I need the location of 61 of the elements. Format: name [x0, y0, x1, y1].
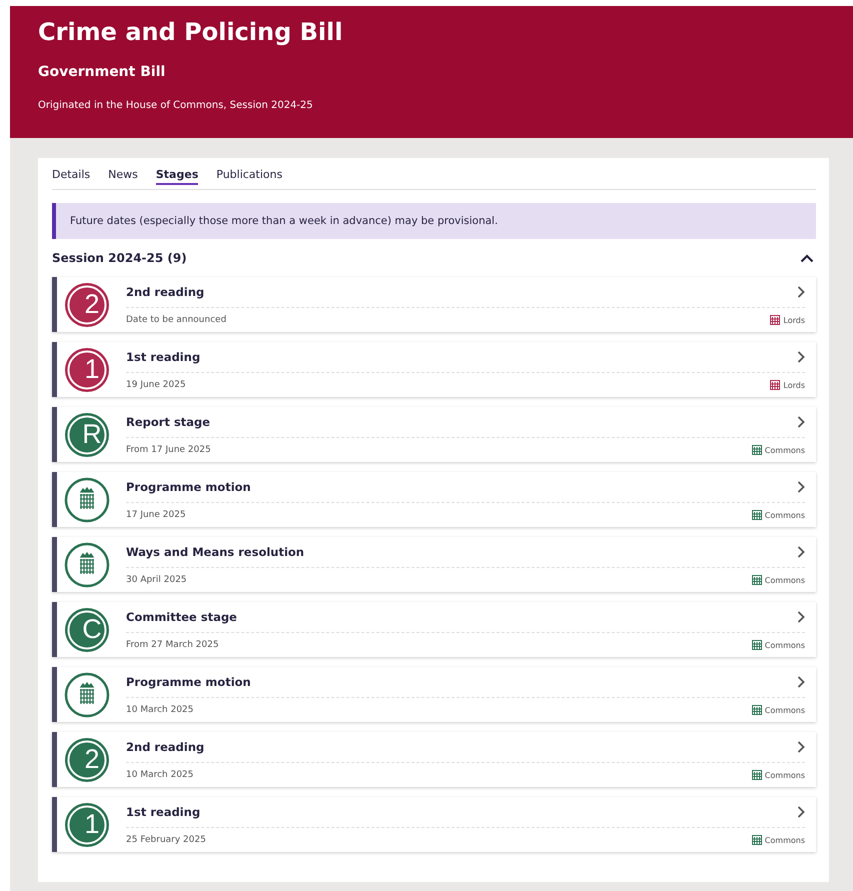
tab[interactable]: Publications — [216, 168, 282, 185]
session-heading: Session 2024-25 (9) — [52, 251, 187, 265]
bill-type: Government Bill — [38, 64, 166, 80]
notice-message: Future dates (especially those more than a week in advance) may be provisional. — [52, 203, 816, 239]
chevron-right-icon — [797, 416, 805, 428]
stage-badge-letter: R — [81, 418, 103, 451]
house-label: Commons — [764, 640, 805, 650]
stage-card[interactable]: 1 1st reading 19 June 2025 Lords — [52, 342, 816, 397]
stage-card[interactable]: R Report stage From 17 June 2025 Commons — [52, 407, 816, 462]
stage-date: 17 June 2025 — [126, 510, 187, 520]
stage-badge-letter: C — [81, 613, 103, 646]
chevron-right-icon — [797, 546, 805, 558]
chevron-right-icon — [797, 351, 805, 363]
house-label: Commons — [764, 446, 805, 454]
stage-card[interactable]: C Committee stage From 27 March 2025 Commons — [52, 602, 816, 657]
stage-badge-letter: 2 — [83, 288, 101, 321]
stage-title: Programme motion — [126, 675, 251, 689]
house-label: Lords — [783, 316, 805, 324]
stage-date: From 17 June 2025 — [126, 445, 212, 455]
stage-card[interactable]: 2 2nd reading Date to be announced Lords — [52, 277, 816, 332]
stage-badge-letter: 2 — [83, 743, 101, 776]
stage-title: 2nd reading — [126, 740, 204, 754]
stage-card[interactable]: Programme motion 10 March 2025 Commons — [52, 667, 816, 722]
house-label: Commons — [764, 770, 805, 780]
collapse-chevron-icon[interactable] — [800, 254, 814, 262]
bill-title: Crime and Policing Bill — [38, 18, 344, 46]
house-label: Commons — [764, 576, 805, 584]
stage-date: 30 April 2025 — [126, 575, 188, 585]
stage-title: Committee stage — [126, 610, 237, 624]
stage-date: Date to be announced — [126, 315, 228, 325]
tab[interactable]: Details — [52, 168, 90, 185]
stage-title: Report stage — [126, 415, 210, 429]
chevron-right-icon — [797, 741, 805, 753]
stage-date: 25 February 2025 — [126, 835, 207, 845]
stage-date: 10 March 2025 — [126, 705, 195, 715]
stage-badge-letter: 1 — [83, 808, 101, 841]
stage-badge-letter: 1 — [83, 353, 101, 386]
stage-card[interactable]: 2 2nd reading 10 March 2025 Commons — [52, 732, 816, 787]
house-label: Commons — [764, 510, 805, 520]
house-label: Commons — [764, 836, 805, 844]
stage-date: 10 March 2025 — [126, 770, 195, 780]
house-label: Commons — [764, 706, 805, 714]
chevron-right-icon — [797, 481, 805, 493]
stage-card[interactable]: 1 1st reading 25 February 2025 Commons — [52, 797, 816, 852]
stage-date: 19 June 2025 — [126, 380, 187, 390]
stage-title: 2nd reading — [126, 285, 204, 299]
house-label: Lords — [783, 380, 805, 390]
stage-title: 1st reading — [126, 350, 200, 364]
bill-origin: Originated in the House of Commons, Session 2024-25 — [38, 100, 314, 111]
stage-title: 1st reading — [126, 805, 200, 819]
stage-card[interactable]: Ways and Means resolution 30 April 2025 Commons — [52, 537, 816, 592]
tab[interactable]: Stages — [156, 168, 198, 185]
stage-card[interactable]: Programme motion 17 June 2025 Commons — [52, 472, 816, 527]
chevron-right-icon — [797, 286, 805, 298]
stage-title: Ways and Means resolution — [126, 545, 304, 559]
stage-date: From 27 March 2025 — [126, 640, 220, 650]
tab[interactable]: News — [108, 168, 138, 185]
stage-title: Programme motion — [126, 480, 251, 494]
chevron-right-icon — [797, 676, 805, 688]
chevron-right-icon — [797, 806, 805, 818]
chevron-right-icon — [797, 611, 805, 623]
